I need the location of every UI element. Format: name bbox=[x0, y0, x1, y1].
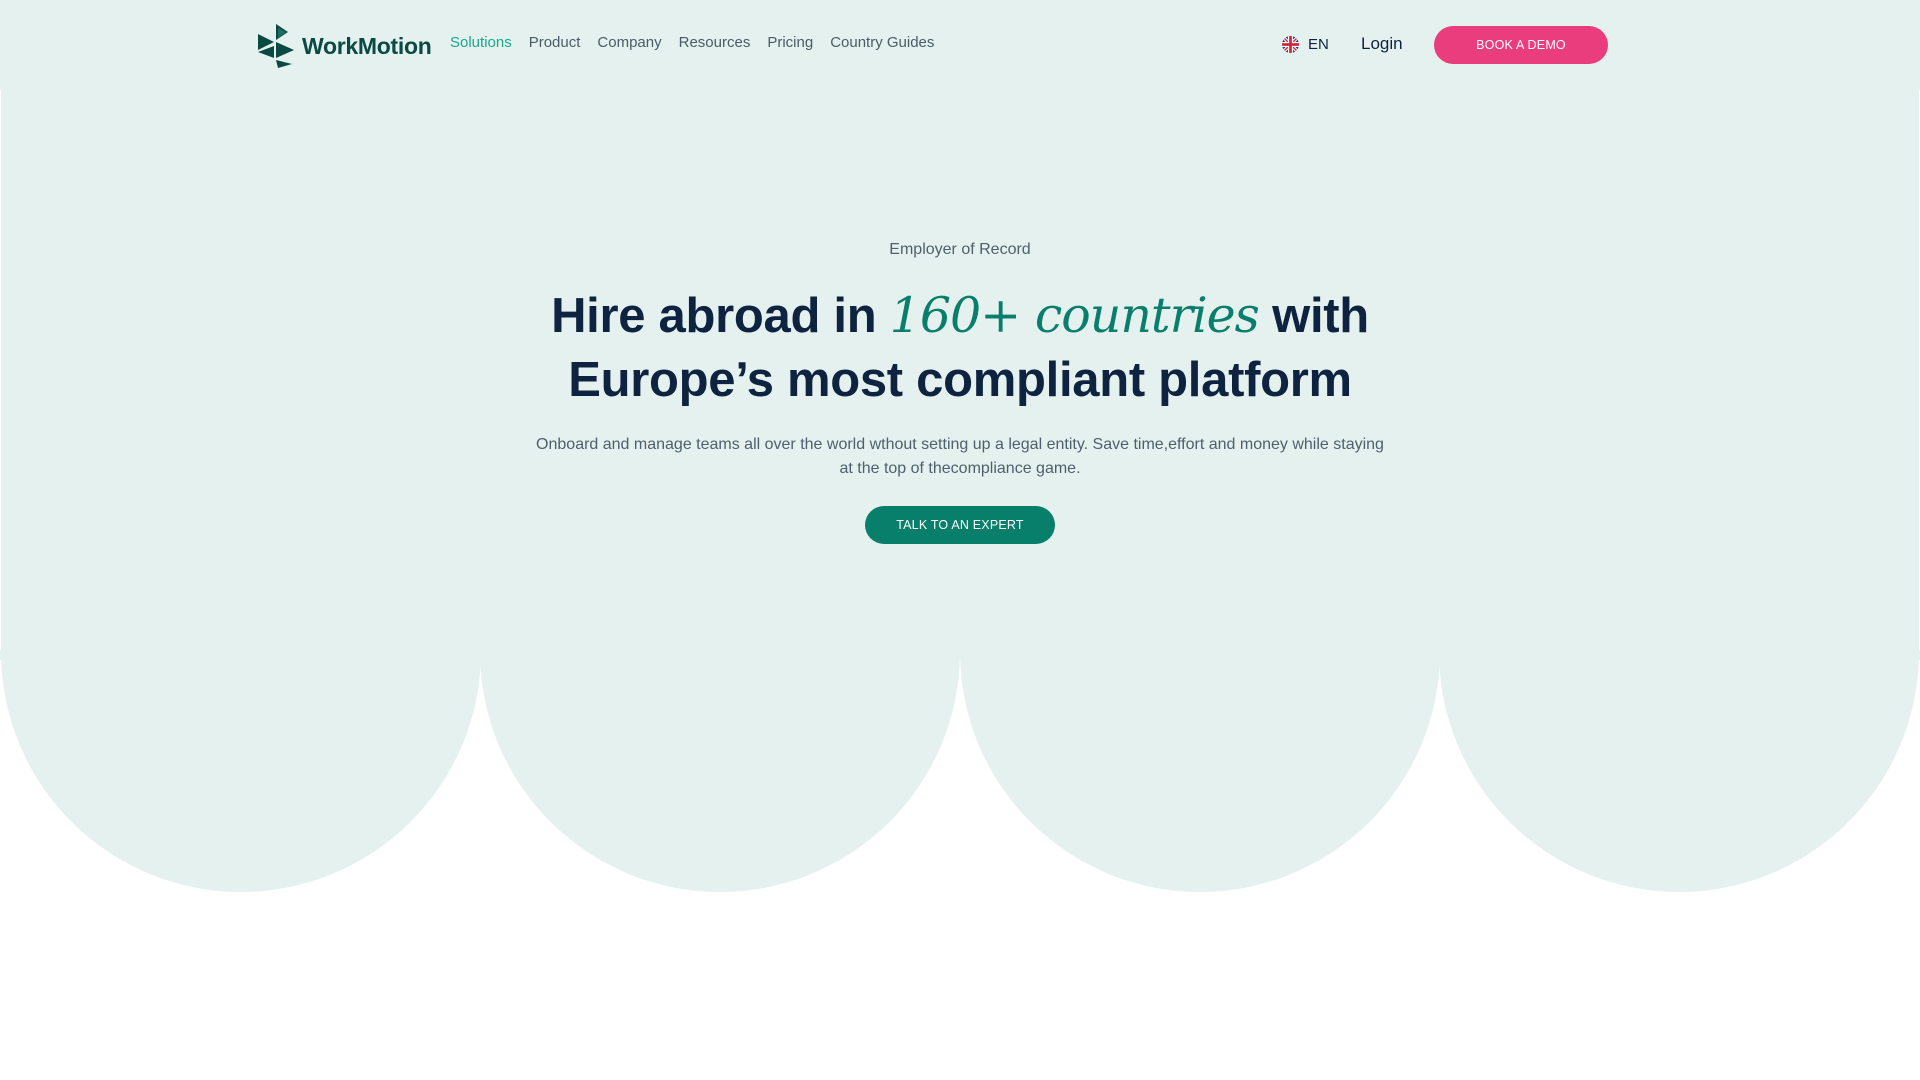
site-header: WorkMotion Solutions Product Company Res… bbox=[0, 0, 1920, 90]
login-link[interactable]: Login bbox=[1361, 34, 1403, 54]
workmotion-logo-icon bbox=[258, 24, 294, 68]
book-demo-button[interactable]: BOOK A DEMO bbox=[1434, 26, 1608, 64]
nav-item-resources: Resources bbox=[679, 34, 751, 52]
nav-link-product[interactable]: Product bbox=[529, 34, 581, 51]
headline-text-start: Hire abroad in bbox=[551, 289, 890, 343]
main-nav: Solutions Product Company Resources Pric… bbox=[450, 34, 934, 52]
talk-to-expert-button[interactable]: TALK TO AN EXPERT bbox=[865, 506, 1055, 544]
nav-item-country-guides: Country Guides bbox=[830, 34, 934, 52]
nav-link-resources[interactable]: Resources bbox=[679, 34, 751, 51]
brand-logo-link[interactable]: WorkMotion bbox=[258, 24, 432, 68]
nav-link-country-guides[interactable]: Country Guides bbox=[830, 34, 934, 51]
nav-item-solutions: Solutions bbox=[450, 34, 512, 52]
nav-item-pricing: Pricing bbox=[767, 34, 813, 52]
headline-line-two: Europe’s most compliant platform bbox=[568, 353, 1352, 407]
headline-text-end: with bbox=[1258, 289, 1369, 343]
nav-item-company: Company bbox=[597, 34, 661, 52]
language-code: EN bbox=[1308, 36, 1329, 53]
nav-link-solutions[interactable]: Solutions bbox=[450, 34, 512, 51]
nav-link-company[interactable]: Company bbox=[597, 34, 661, 51]
headline-accent: 160+ countries bbox=[889, 287, 1260, 344]
hero-headline: Hire abroad in 160+ countries with Europ… bbox=[0, 284, 1920, 412]
language-selector[interactable]: EN bbox=[1282, 36, 1329, 53]
hero-eyebrow: Employer of Record bbox=[889, 241, 1031, 258]
hero-subtext: Onboard and manage teams all over the wo… bbox=[536, 436, 1384, 477]
nav-item-product: Product bbox=[529, 34, 581, 52]
uk-flag-icon bbox=[1282, 36, 1299, 53]
nav-link-pricing[interactable]: Pricing bbox=[767, 34, 813, 51]
brand-name: WorkMotion bbox=[302, 32, 432, 59]
